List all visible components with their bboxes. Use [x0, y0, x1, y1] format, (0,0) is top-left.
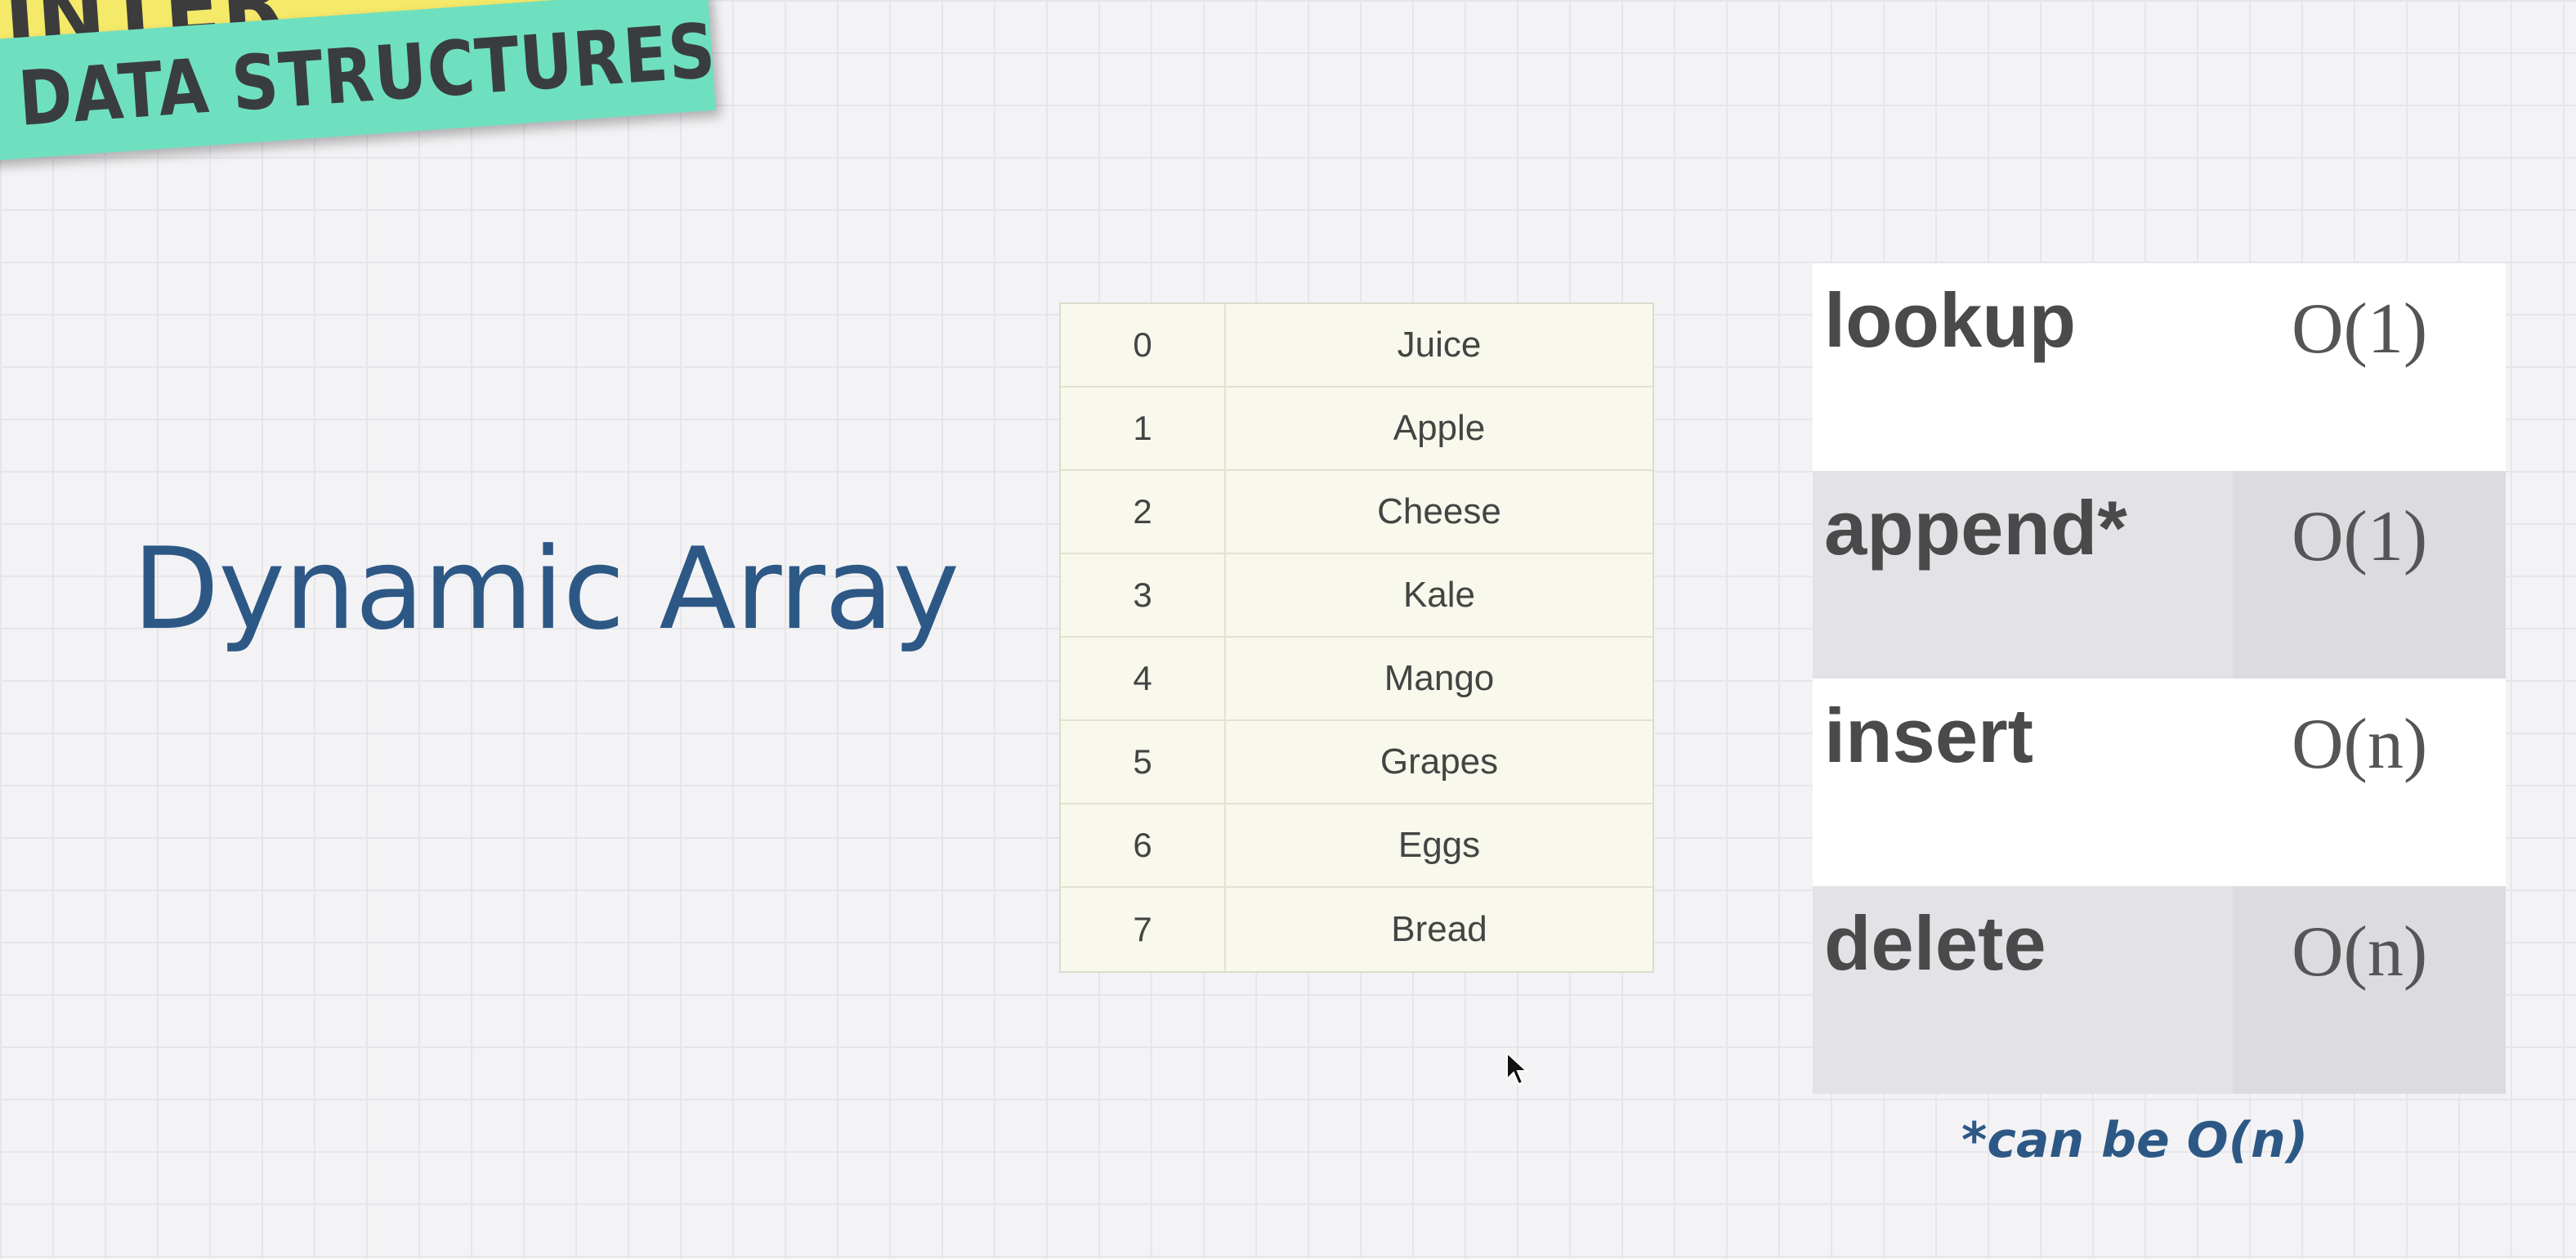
operation-row-delete: delete O(n)	[1813, 886, 2506, 1094]
array-index: 1	[1061, 388, 1226, 469]
array-table: 0 Juice 1 Apple 2 Cheese 3 Kale 4 Mango …	[1059, 302, 1654, 973]
operation-row-append: append* O(1)	[1813, 471, 2506, 679]
slide-title: Dynamic Array	[132, 523, 959, 655]
array-value: Kale	[1402, 575, 1476, 615]
array-value: Cheese	[1377, 491, 1501, 531]
array-row: 2 Cheese	[1061, 471, 1652, 554]
operation-name-cell: lookup	[1813, 263, 2233, 471]
array-value: Grapes	[1380, 742, 1499, 782]
array-index: 2	[1061, 471, 1226, 553]
array-value: Juice	[1397, 325, 1482, 365]
operation-complexity: O(1)	[2292, 497, 2428, 576]
array-row: 4 Mango	[1061, 638, 1652, 721]
operation-complexity-cell: O(1)	[2233, 263, 2506, 471]
operation-name-cell: append*	[1813, 471, 2233, 679]
array-index: 3	[1061, 554, 1226, 636]
array-row: 5 Grapes	[1061, 721, 1652, 804]
operation-row-insert: insert O(n)	[1813, 679, 2506, 886]
operation-name-cell: delete	[1813, 886, 2233, 1094]
array-value: Apple	[1393, 408, 1486, 448]
array-index: 4	[1061, 638, 1226, 719]
mouse-pointer-icon	[1506, 1051, 1529, 1086]
array-index: 6	[1061, 804, 1226, 886]
operation-name: lookup	[1824, 277, 2077, 363]
array-value: Bread	[1391, 909, 1487, 949]
array-index: 0	[1061, 304, 1226, 386]
operation-name: insert	[1824, 692, 2033, 778]
array-row: 0 Juice	[1061, 304, 1652, 388]
array-row: 1 Apple	[1061, 388, 1652, 471]
operation-complexity-cell: O(n)	[2233, 886, 2506, 1094]
operation-name-cell: insert	[1813, 679, 2233, 886]
course-banner: INTER DATA STRUCTURES	[0, 0, 750, 187]
array-row: 6 Eggs	[1061, 804, 1652, 888]
footnote: *can be O(n)	[1961, 1112, 2309, 1169]
array-value: Eggs	[1398, 825, 1481, 865]
operation-complexity: O(1)	[2292, 289, 2428, 369]
array-index: 7	[1061, 888, 1226, 971]
array-value: Mango	[1384, 658, 1495, 698]
operation-complexity-cell: O(1)	[2233, 471, 2506, 679]
operation-name: append*	[1824, 485, 2127, 571]
array-row: 3 Kale	[1061, 554, 1652, 638]
operation-complexity: O(n)	[2292, 912, 2428, 992]
operation-row-lookup: lookup O(1)	[1813, 263, 2506, 471]
array-index: 5	[1061, 721, 1226, 803]
array-row: 7 Bread	[1061, 888, 1652, 971]
operation-complexity: O(n)	[2292, 705, 2428, 784]
operation-name: delete	[1824, 900, 2046, 986]
operation-complexity-cell: O(n)	[2233, 679, 2506, 886]
complexity-table: lookup O(1) append* O(1) insert O(n) del…	[1813, 263, 2506, 1094]
